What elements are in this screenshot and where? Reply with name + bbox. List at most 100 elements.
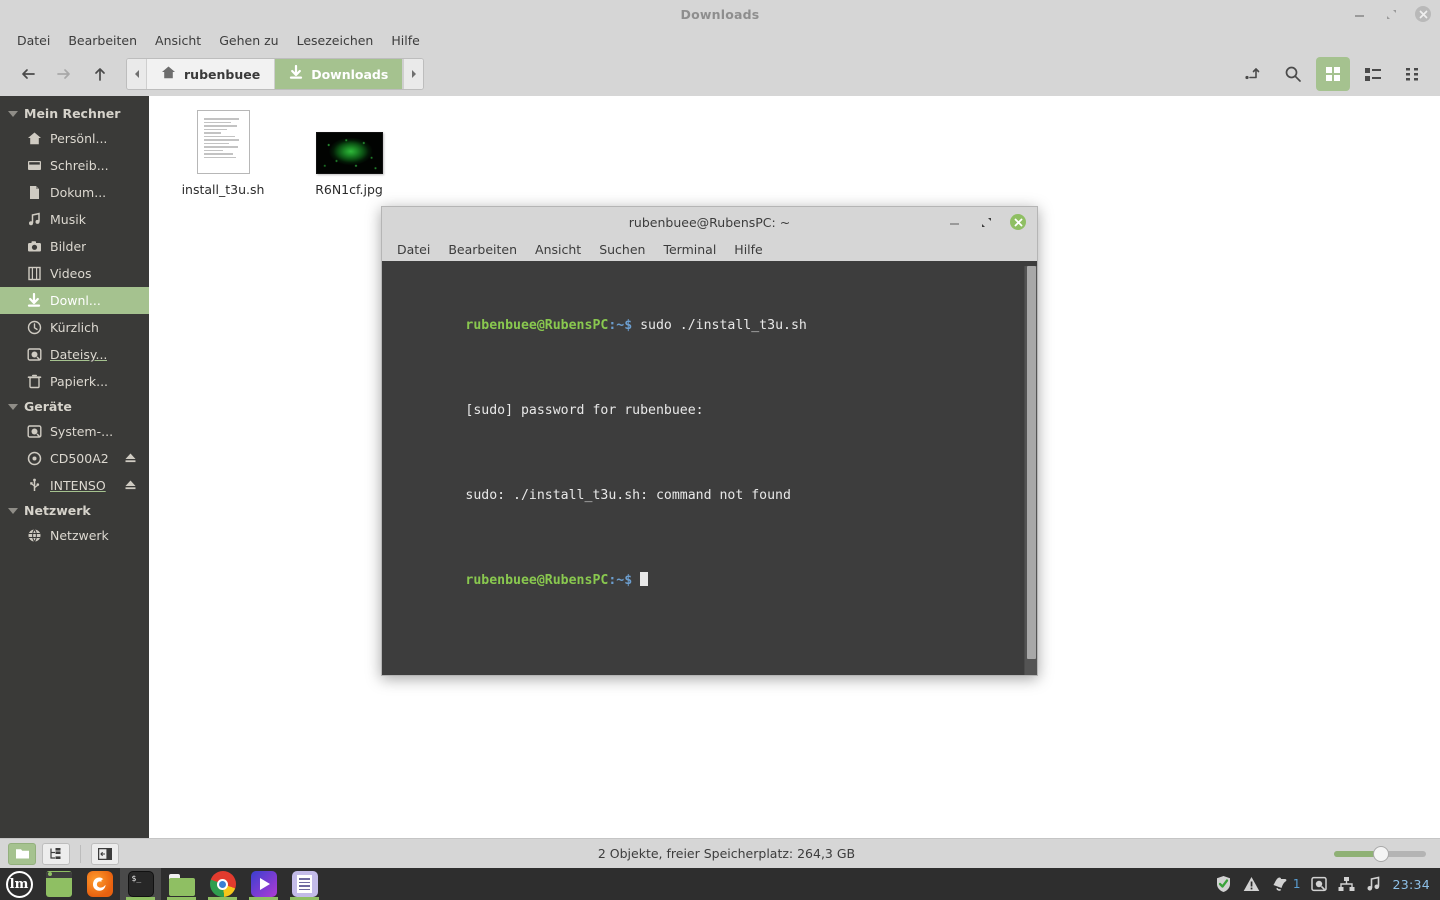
search-icon[interactable]: [1276, 57, 1310, 91]
terminal-line: [sudo] password for rubenbuee:: [386, 385, 1024, 436]
tree-view-button[interactable]: [42, 842, 70, 865]
maximize-button[interactable]: [1382, 5, 1400, 23]
zoom-handle[interactable]: [1372, 845, 1389, 862]
breadcrumb: rubenbuee Downloads: [126, 58, 425, 90]
close-button[interactable]: [1414, 5, 1432, 23]
back-button[interactable]: [10, 58, 46, 90]
bell-icon[interactable]: [1271, 876, 1288, 892]
terminal-scrollbar[interactable]: [1024, 266, 1037, 675]
sidebar-group-geraete[interactable]: Geräte: [0, 395, 149, 418]
menu-lesezeichen[interactable]: Lesezeichen: [288, 31, 383, 50]
chevron-down-icon: [8, 507, 18, 514]
toggle-sidebar-button[interactable]: [91, 842, 119, 865]
terminal-body[interactable]: rubenbuee@RubensPC:~$ sudo ./install_t3u…: [382, 261, 1037, 675]
sidebar-item-pictures[interactable]: Bilder: [0, 233, 149, 260]
sidebar-item-videos[interactable]: Videos: [0, 260, 149, 287]
launcher-media-player[interactable]: [243, 868, 284, 900]
menu-ansicht[interactable]: Ansicht: [146, 31, 210, 50]
breadcrumb-item-home[interactable]: rubenbuee: [147, 59, 276, 89]
path-entry-icon[interactable]: [1236, 57, 1270, 91]
eject-icon[interactable]: [124, 478, 137, 494]
terminal-scrollbar-thumb[interactable]: [1027, 266, 1036, 659]
harddisk-icon: [26, 424, 42, 440]
terminal-menu-datei[interactable]: Datei: [388, 240, 439, 259]
sidebar-item-network[interactable]: Netzwerk: [0, 522, 149, 549]
sidebar-item-recent[interactable]: Kürzlich: [0, 314, 149, 341]
music-icon: [26, 212, 42, 228]
sidebar-item-intenso[interactable]: INTENSO: [0, 472, 149, 499]
compact-icon[interactable]: [1396, 57, 1430, 91]
launcher-file-manager[interactable]: [161, 868, 202, 900]
terminal-menu-bearbeiten[interactable]: Bearbeiten: [439, 240, 526, 259]
breadcrumb-scroll-left[interactable]: [127, 59, 147, 89]
sidebar-item-filesystem[interactable]: Dateisy...: [0, 341, 149, 368]
up-button[interactable]: [82, 58, 118, 90]
zoom-fill: [1334, 850, 1379, 857]
shield-check-icon[interactable]: [1215, 875, 1232, 893]
terminal-output-text: sudo: ./install_t3u.sh: command not foun…: [465, 488, 791, 503]
file-item[interactable]: R6N1cf.jpg: [295, 110, 403, 197]
terminal-menu-terminal[interactable]: Terminal: [654, 240, 725, 259]
sidebar-item-downloads[interactable]: Downl...: [0, 287, 149, 314]
breadcrumb-label: rubenbuee: [184, 66, 261, 82]
harddisk-icon[interactable]: [1311, 876, 1328, 892]
menu-gehen-zu[interactable]: Gehen zu: [210, 31, 287, 50]
trash-icon: [26, 374, 42, 390]
file-name-label: install_t3u.sh: [181, 182, 265, 197]
terminal-titlebar[interactable]: rubenbuee@RubensPC: ~: [382, 207, 1037, 237]
sidebar-item-documents[interactable]: Dokum...: [0, 179, 149, 206]
menu-bearbeiten[interactable]: Bearbeiten: [59, 31, 146, 50]
terminal-menu-hilfe[interactable]: Hilfe: [725, 240, 771, 259]
sidebar-group-netzwerk[interactable]: Netzwerk: [0, 499, 149, 522]
sidebar-item-system[interactable]: System-...: [0, 418, 149, 445]
navigation-buttons: [10, 58, 118, 90]
home-icon: [161, 65, 176, 83]
grid-icon[interactable]: [1316, 57, 1350, 91]
file-name-label: R6N1cf.jpg: [315, 182, 383, 197]
zoom-slider[interactable]: [1334, 844, 1426, 864]
terminal-line: rubenbuee@RubensPC:~$: [386, 555, 1024, 606]
sidebar-item-personal[interactable]: Persönl...: [0, 125, 149, 152]
terminal-menu-ansicht[interactable]: Ansicht: [526, 240, 590, 259]
sidebar-item-label: Downl...: [50, 293, 101, 308]
globe-icon: [26, 528, 42, 544]
minimize-button[interactable]: [1350, 5, 1368, 23]
sidebar-item-desktop[interactable]: Schreib...: [0, 152, 149, 179]
terminal-window-controls: [945, 207, 1027, 237]
file-item[interactable]: install_t3u.sh: [169, 110, 277, 197]
harddisk-icon: [26, 347, 42, 363]
breadcrumb-item-downloads[interactable]: Downloads: [275, 59, 404, 89]
sidebar-item-trash[interactable]: Papierk...: [0, 368, 149, 395]
terminal-menu-suchen[interactable]: Suchen: [590, 240, 654, 259]
terminal-maximize-button[interactable]: [977, 213, 995, 231]
terminal-window: rubenbuee@RubensPC: ~ Datei Bearbeiten A…: [381, 206, 1038, 676]
network-icon[interactable]: [1338, 876, 1355, 892]
sidebar: Mein Rechner Persönl... Schreib... Dokum…: [0, 96, 149, 838]
launcher-text-editor[interactable]: [284, 868, 325, 900]
media-player-icon: [250, 871, 277, 897]
launcher-firefox[interactable]: [79, 868, 120, 900]
warning-icon[interactable]: [1243, 876, 1260, 892]
breadcrumb-scroll-right[interactable]: [403, 59, 424, 89]
disc-icon: [26, 451, 42, 467]
menu-hilfe[interactable]: Hilfe: [382, 31, 428, 50]
sidebar-item-cd500a2[interactable]: CD500A2: [0, 445, 149, 472]
music-note-icon[interactable]: [1366, 876, 1381, 892]
places-view-button[interactable]: [8, 842, 36, 865]
launcher-terminal[interactable]: $_: [120, 868, 161, 900]
sidebar-group-mein-rechner[interactable]: Mein Rechner: [0, 102, 149, 125]
launcher-chrome[interactable]: [202, 868, 243, 900]
sidebar-item-music[interactable]: Musik: [0, 206, 149, 233]
terminal-minimize-button[interactable]: [945, 213, 963, 231]
list-icon[interactable]: [1356, 57, 1390, 91]
terminal-cursor: [640, 572, 649, 586]
terminal-close-button[interactable]: [1009, 213, 1027, 231]
forward-button[interactable]: [46, 58, 82, 90]
launcher-show-desktop[interactable]: [38, 868, 79, 900]
clock[interactable]: 23:34: [1392, 877, 1430, 892]
file-thumbnail: [196, 110, 250, 174]
start-menu-button[interactable]: lm: [0, 868, 38, 900]
eject-icon[interactable]: [124, 451, 137, 467]
menu-datei[interactable]: Datei: [8, 31, 59, 50]
sidebar-item-label: Videos: [50, 266, 92, 281]
